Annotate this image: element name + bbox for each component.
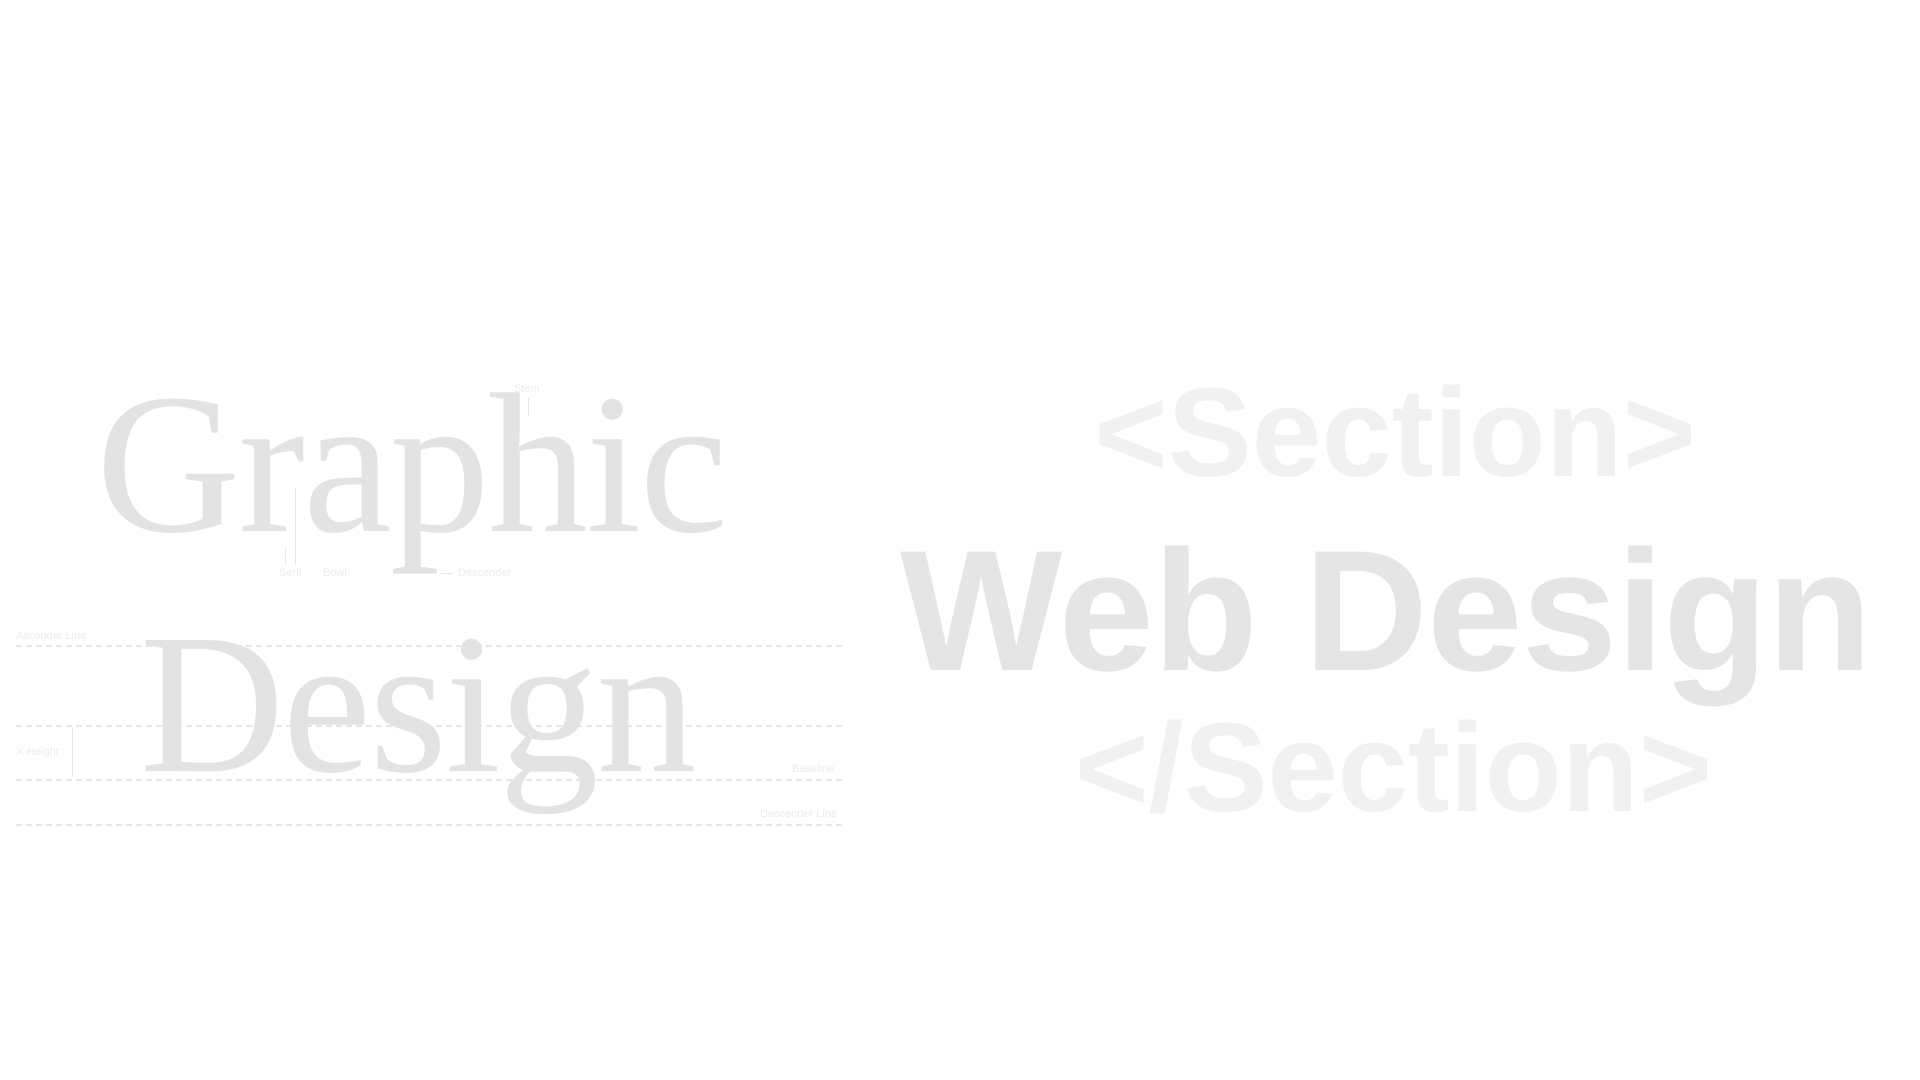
web-design-heading: Web Design	[900, 515, 1872, 707]
section-open-tag: <Section>	[1094, 362, 1697, 503]
stem-label: Stem	[514, 383, 540, 395]
x-height-label: X-Height	[16, 746, 59, 758]
descender-pointer	[441, 573, 453, 574]
serif-pointer	[285, 548, 286, 564]
x-height-bracket	[72, 727, 73, 777]
word-design: Design	[140, 594, 697, 815]
section-close-tag: </Section>	[1075, 697, 1713, 838]
typography-illustration: Graphic Design Stem Serif Bowl Descender…	[0, 0, 1920, 1080]
serif-label: Serif	[279, 567, 302, 579]
descender-label: Descender	[458, 567, 512, 579]
descender-line-label: Descender Line	[760, 808, 838, 820]
bowl-label: Bowl	[323, 567, 347, 579]
baseline-label: Baseline	[792, 763, 835, 775]
word-graphic: Graphic	[96, 354, 728, 575]
stem-pointer	[528, 398, 529, 416]
bowl-pointer	[295, 488, 296, 564]
ascender-line-label: Ascender Line	[16, 630, 87, 642]
descender-guide-line	[16, 824, 842, 826]
